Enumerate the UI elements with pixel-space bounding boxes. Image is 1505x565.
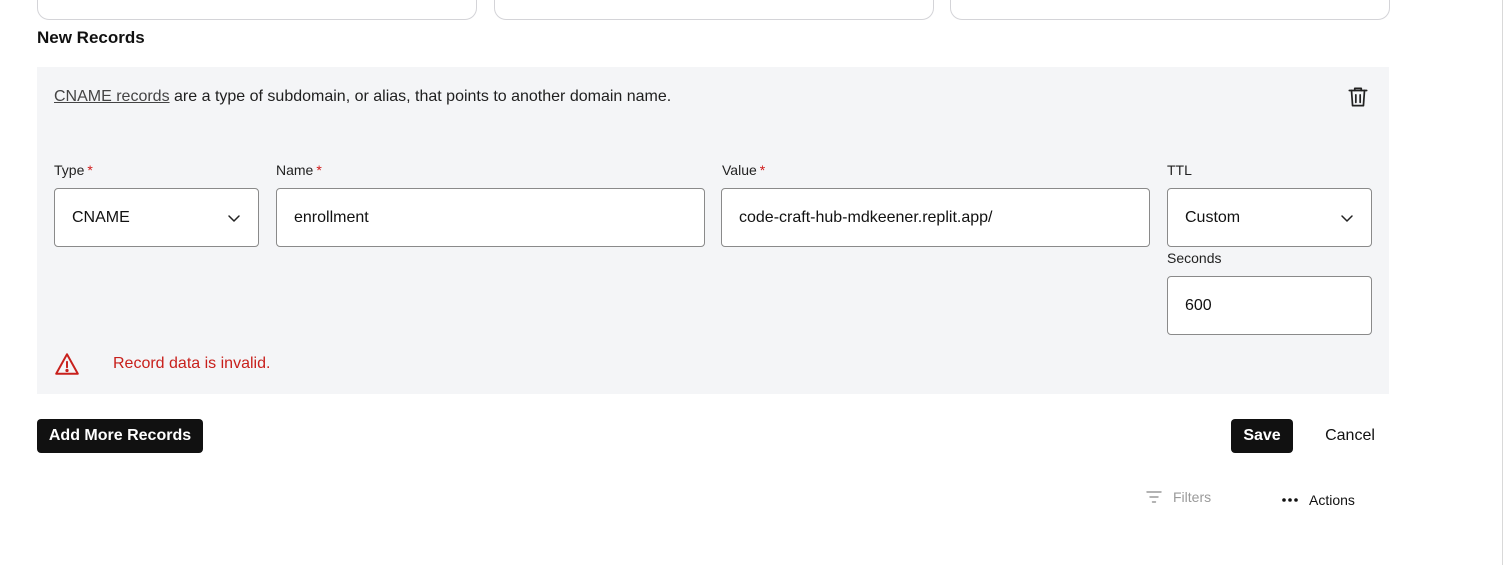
cname-records-link[interactable]: CNAME records (54, 88, 170, 105)
seconds-input[interactable] (1167, 276, 1372, 335)
card-top-3 (950, 0, 1390, 20)
seconds-label: Seconds (1167, 250, 1222, 266)
scrollbar-edge (1502, 0, 1503, 565)
delete-record-button[interactable] (1345, 84, 1371, 110)
filter-icon (1146, 491, 1162, 503)
error-message: Record data is invalid. (113, 355, 271, 372)
warning-triangle-icon (55, 353, 79, 375)
cancel-button[interactable]: Cancel (1316, 419, 1384, 453)
card-top-1 (37, 0, 477, 20)
ttl-select-value: Custom (1185, 208, 1241, 226)
filters-button[interactable]: Filters (1145, 488, 1211, 506)
record-description-text: are a type of subdomain, or alias, that … (169, 88, 672, 105)
value-label: Value * (722, 162, 765, 178)
type-label-text: Type (54, 162, 85, 178)
required-mark: * (87, 162, 93, 178)
type-label: Type * (54, 162, 93, 178)
ttl-label: TTL (1167, 162, 1192, 178)
value-label-text: Value (722, 162, 757, 178)
name-input[interactable] (276, 188, 705, 247)
type-select[interactable]: CNAME (54, 188, 259, 247)
actions-button[interactable]: Actions (1281, 491, 1355, 509)
name-label-text: Name (276, 162, 314, 178)
trash-icon (1348, 87, 1368, 107)
required-mark: * (759, 162, 766, 178)
ttl-select[interactable]: Custom (1167, 188, 1372, 247)
required-mark: * (316, 162, 322, 178)
type-select-value: CNAME (72, 208, 130, 226)
save-button[interactable]: Save (1231, 419, 1293, 453)
actions-label: Actions (1309, 492, 1355, 508)
add-more-records-button[interactable]: Add More Records (37, 419, 203, 453)
chevron-down-icon (1341, 214, 1353, 222)
record-panel: CNAME records are a type of subdomain, o… (37, 67, 1389, 394)
record-description: CNAME records are a type of subdomain, o… (54, 88, 671, 106)
more-horizontal-icon (1282, 498, 1298, 502)
section-title: New Records (37, 28, 145, 47)
filters-label: Filters (1173, 489, 1212, 505)
card-top-2 (494, 0, 934, 20)
name-label: Name * (276, 162, 322, 178)
chevron-down-icon (228, 214, 240, 222)
value-input[interactable] (721, 188, 1150, 247)
